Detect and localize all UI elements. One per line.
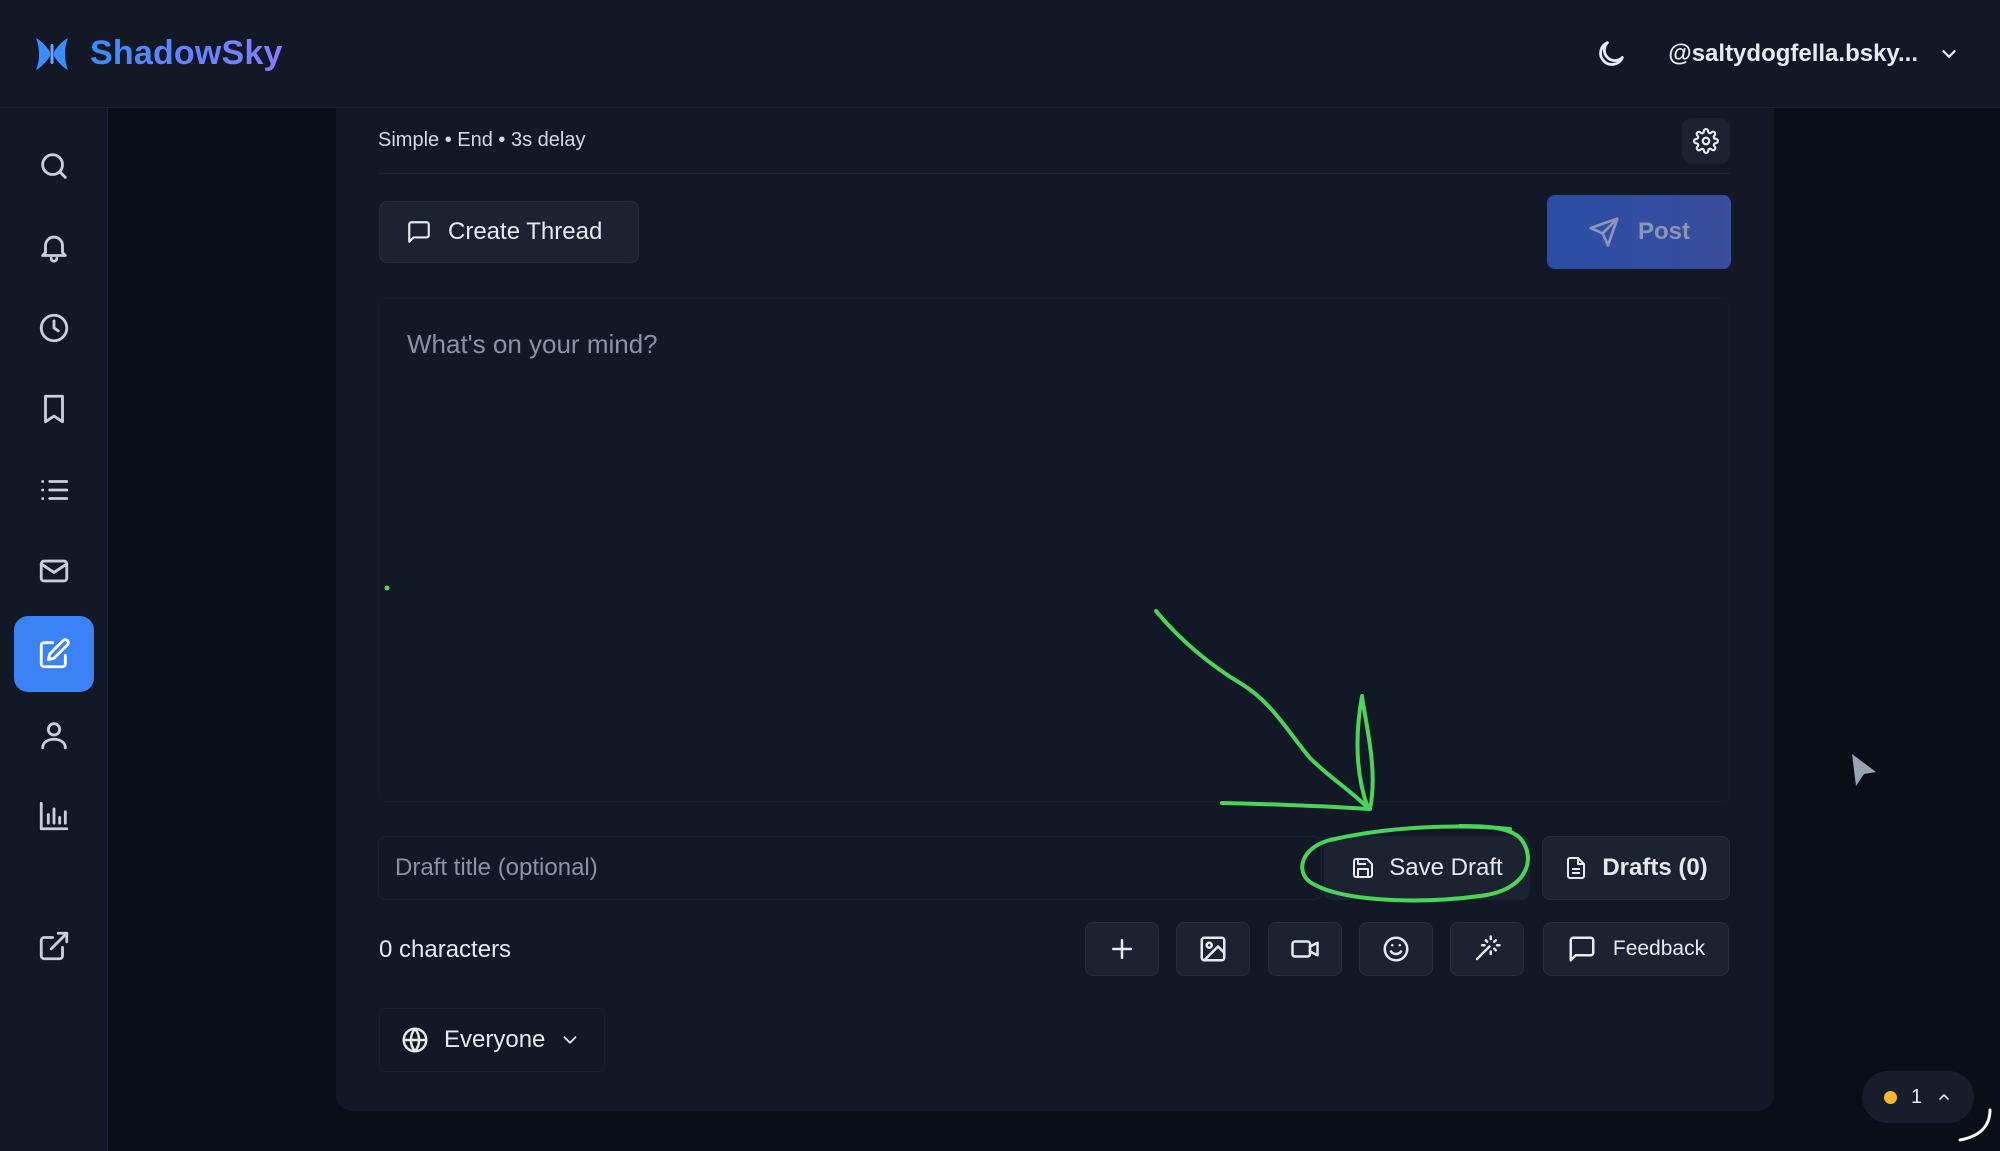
drafts-label: Drafts (0) — [1602, 854, 1708, 881]
bell-icon — [41, 235, 67, 263]
sidebar-item-lists[interactable] — [14, 452, 94, 528]
brand-name: ShadowSky — [90, 34, 283, 72]
status-dot — [1883, 1090, 1897, 1104]
thread-settings-summary: Simple • End • 3s delay — [378, 129, 586, 151]
chevron-down-icon — [563, 1036, 577, 1044]
sidebar-item-external[interactable] — [14, 908, 94, 984]
edit-icon — [39, 638, 70, 669]
video-icon — [1291, 940, 1319, 958]
sidebar-item-profile[interactable] — [14, 697, 94, 773]
clock-icon — [39, 313, 69, 343]
sidebar-item-search[interactable] — [14, 128, 94, 204]
theme-toggle-button[interactable] — [1594, 37, 1628, 71]
account-handle: @saltydogfella.bsky... — [1668, 39, 1918, 67]
composer-card: Simple • End • 3s delay Create Thread Po… — [336, 108, 1774, 1111]
draft-title-input[interactable] — [378, 836, 1322, 900]
magic-wand-button[interactable] — [1450, 922, 1524, 976]
post-text-input[interactable] — [379, 299, 1729, 801]
feedback-button[interactable]: Feedback — [1543, 922, 1729, 976]
message-square-icon — [408, 221, 430, 243]
list-icon — [41, 480, 69, 500]
account-menu-button[interactable]: @saltydogfella.bsky... — [1668, 40, 1960, 68]
character-count: 0 characters — [379, 936, 512, 963]
settings-button[interactable] — [1682, 117, 1730, 164]
sidebar-item-bookmarks[interactable] — [14, 371, 94, 447]
image-icon — [1200, 936, 1226, 962]
feedback-label: Feedback — [1612, 937, 1706, 960]
sidebar-item-history[interactable] — [14, 290, 94, 366]
mouse-cursor-icon — [1852, 754, 1876, 786]
save-icon — [1353, 858, 1374, 878]
globe-icon — [402, 1027, 428, 1053]
sidebar-item-notifications[interactable] — [14, 209, 94, 285]
audience-label: Everyone — [444, 1026, 546, 1053]
file-text-icon — [1567, 857, 1586, 879]
user-icon — [41, 722, 67, 750]
search-icon — [41, 153, 67, 179]
post-editor — [378, 298, 1730, 802]
sidebar — [0, 108, 108, 1151]
add-post-button[interactable] — [1085, 922, 1159, 976]
external-link-icon — [39, 931, 69, 961]
save-draft-label: Save Draft — [1389, 854, 1503, 881]
sidebar-item-messages[interactable] — [14, 533, 94, 609]
chevron-down-icon — [1942, 49, 1956, 58]
create-thread-button[interactable]: Create Thread — [379, 201, 639, 263]
sidebar-item-analytics[interactable] — [14, 778, 94, 854]
composer-settings-row: Simple • End • 3s delay — [378, 108, 1730, 174]
moon-icon — [1599, 40, 1625, 66]
bar-chart-icon — [39, 801, 69, 831]
wand-icon — [1475, 935, 1501, 961]
gear-icon — [1693, 127, 1719, 154]
sidebar-item-compose[interactable] — [14, 616, 94, 692]
brand[interactable]: ShadowSky — [32, 34, 283, 74]
plus-icon — [1112, 939, 1132, 959]
butterfly-logo-icon — [36, 37, 68, 70]
post-label: Post — [1637, 218, 1690, 245]
bookmark-icon — [44, 394, 64, 424]
loading-spinner-icon — [1958, 1108, 1992, 1142]
top-header: ShadowSky @saltydogfella.bsky... — [0, 0, 2000, 108]
create-thread-label: Create Thread — [448, 218, 603, 245]
status-count: 1 — [1910, 1085, 1923, 1108]
add-video-button[interactable] — [1268, 922, 1342, 976]
message-square-icon — [1569, 936, 1595, 962]
send-icon — [1589, 217, 1619, 247]
save-draft-button[interactable]: Save Draft — [1324, 836, 1530, 900]
audience-select[interactable]: Everyone — [379, 1008, 605, 1072]
chevron-up-icon — [1939, 1094, 1949, 1100]
add-image-button[interactable] — [1176, 922, 1250, 976]
post-button[interactable]: Post — [1547, 195, 1731, 269]
drafts-button[interactable]: Drafts (0) — [1542, 836, 1730, 900]
draft-row: Save Draft Drafts (0) — [378, 836, 1730, 900]
mail-icon — [39, 559, 69, 583]
smile-icon — [1383, 936, 1409, 962]
emoji-button[interactable] — [1359, 922, 1433, 976]
